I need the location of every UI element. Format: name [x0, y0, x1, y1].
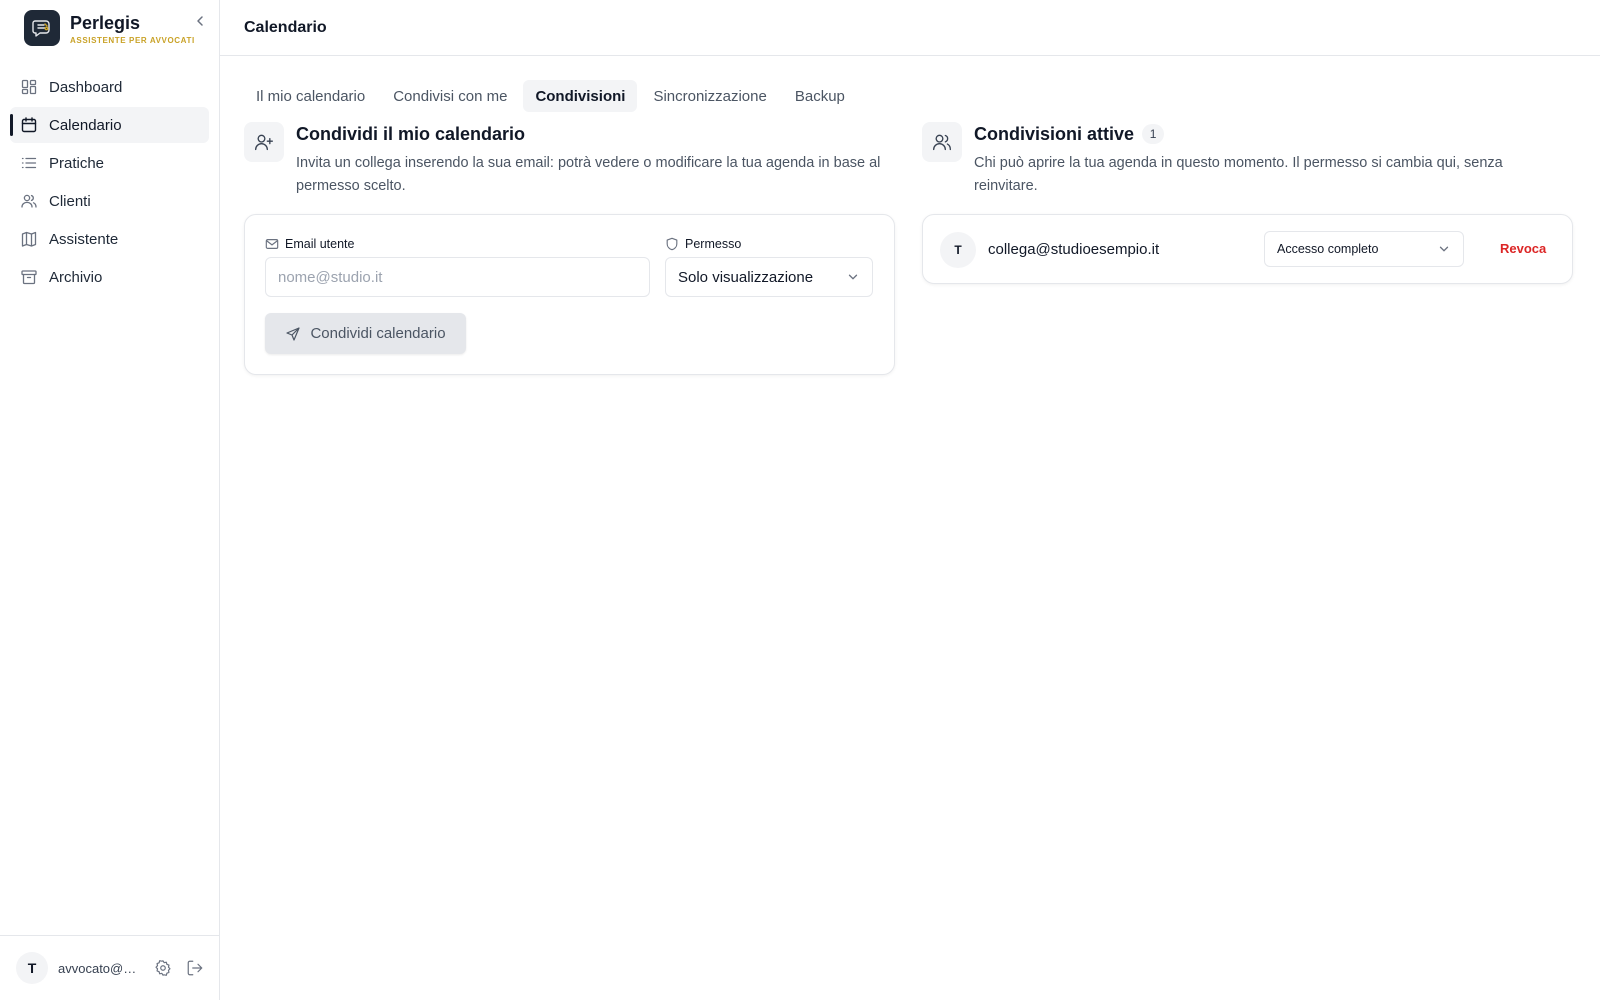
- sidebar-item-label: Archivio: [49, 268, 103, 286]
- sidebar-item-label: Clienti: [49, 192, 91, 210]
- share-section-title: Condividi il mio calendario: [296, 124, 526, 144]
- sidebar-item-label: Assistente: [49, 230, 119, 248]
- page-title: Calendario: [244, 18, 327, 36]
- section-icon: [922, 122, 962, 162]
- permission-field-label: Permesso: [665, 237, 741, 251]
- chevron-down-icon: [1439, 246, 1449, 252]
- permission-select-value: Solo visualizzazione: [678, 268, 814, 286]
- share-form-card: Email utente Permesso Solo visualizzazio…: [244, 214, 895, 375]
- top-header: Calendario: [220, 0, 1600, 56]
- chevron-left-icon: [197, 16, 203, 26]
- active-shares-header: Condivisioni attive 1 Chi può aprire la …: [922, 122, 1582, 198]
- app-tagline: ASSISTENTE PER AVVOCATI: [70, 35, 195, 45]
- share-section-header: Condividi il mio calendario Invita un co…: [244, 122, 904, 198]
- avatar: T: [940, 232, 976, 268]
- send-icon: [286, 326, 301, 341]
- share-section-description: Invita un collega inserendo la sua email…: [296, 155, 881, 194]
- tab-il-mio-calendario[interactable]: Il mio calendario: [244, 80, 377, 112]
- logout-button[interactable]: [186, 959, 204, 977]
- share-calendar-button-label: Condividi calendario: [310, 325, 446, 342]
- sidebar-item-dashboard[interactable]: Dashboard: [10, 69, 209, 105]
- list-icon: [21, 157, 37, 169]
- calendar-tabs: Il mio calendario Condivisi con me Condi…: [244, 80, 857, 112]
- share-permission-select[interactable]: Accesso completo: [1264, 231, 1464, 267]
- sidebar-item-archivio[interactable]: Archivio: [10, 259, 209, 295]
- tab-condivisioni[interactable]: Condivisioni: [523, 80, 638, 112]
- permission-select[interactable]: Solo visualizzazione: [665, 257, 873, 297]
- sidebar-item-label: Pratiche: [49, 154, 105, 172]
- shield-icon: [666, 237, 678, 251]
- archive-icon: [21, 270, 37, 285]
- dashboard-icon: [21, 79, 37, 95]
- sidebar-footer: T avvocato@studio.it: [0, 935, 219, 1000]
- tab-sincronizzazione[interactable]: Sincronizzazione: [641, 80, 778, 112]
- sidebar-item-calendario[interactable]: Calendario: [10, 107, 209, 143]
- revoke-button[interactable]: Revoca: [1500, 241, 1546, 256]
- brand[interactable]: Perlegis ASSISTENTE PER AVVOCATI: [24, 10, 195, 46]
- user-plus-icon: [255, 134, 273, 151]
- sidebar-item-clienti[interactable]: Clienti: [10, 183, 209, 219]
- email-input[interactable]: [265, 257, 650, 297]
- sidebar-item-pratiche[interactable]: Pratiche: [10, 145, 209, 181]
- share-calendar-button[interactable]: Condividi calendario: [265, 313, 466, 354]
- sidebar-item-label: Dashboard: [49, 78, 123, 96]
- collapse-sidebar-button[interactable]: [192, 13, 208, 29]
- settings-button[interactable]: [154, 959, 172, 977]
- book-icon: [21, 231, 37, 247]
- share-permission-value: Accesso completo: [1277, 242, 1379, 256]
- share-email: collega@studioesempio.it: [988, 241, 1160, 258]
- user-email: avvocato@studio.it: [58, 960, 140, 976]
- active-shares-description: Chi può aprire la tua agenda in questo m…: [974, 155, 1503, 194]
- users-icon: [933, 134, 951, 151]
- sidebar-item-assistente[interactable]: Assistente: [10, 221, 209, 257]
- users-icon: [21, 194, 37, 208]
- sidebar-nav: Dashboard Calendario Pratiche Clienti As…: [10, 69, 209, 297]
- active-shares-count-badge: 1: [1142, 124, 1165, 144]
- calendar-icon: [21, 117, 37, 133]
- chevron-down-icon: [848, 274, 858, 280]
- app-name: Perlegis: [70, 12, 141, 33]
- active-shares-card: T collega@studioesempio.it: [922, 214, 1573, 284]
- avatar[interactable]: T: [16, 952, 48, 984]
- gear-icon: [155, 960, 171, 976]
- app-logo: [24, 10, 60, 46]
- tab-backup[interactable]: Backup: [783, 80, 857, 112]
- section-icon: [244, 122, 284, 162]
- sidebar: Perlegis ASSISTENTE PER AVVOCATI Dashboa…: [0, 0, 220, 1000]
- sidebar-item-label: Calendario: [49, 116, 122, 134]
- logout-icon: [187, 960, 203, 976]
- active-shares-title: Condivisioni attive 1: [974, 122, 1534, 146]
- tab-condivisi-con-me[interactable]: Condivisi con me: [381, 80, 519, 112]
- email-field-label: Email utente: [265, 237, 354, 251]
- mail-icon: [265, 239, 279, 249]
